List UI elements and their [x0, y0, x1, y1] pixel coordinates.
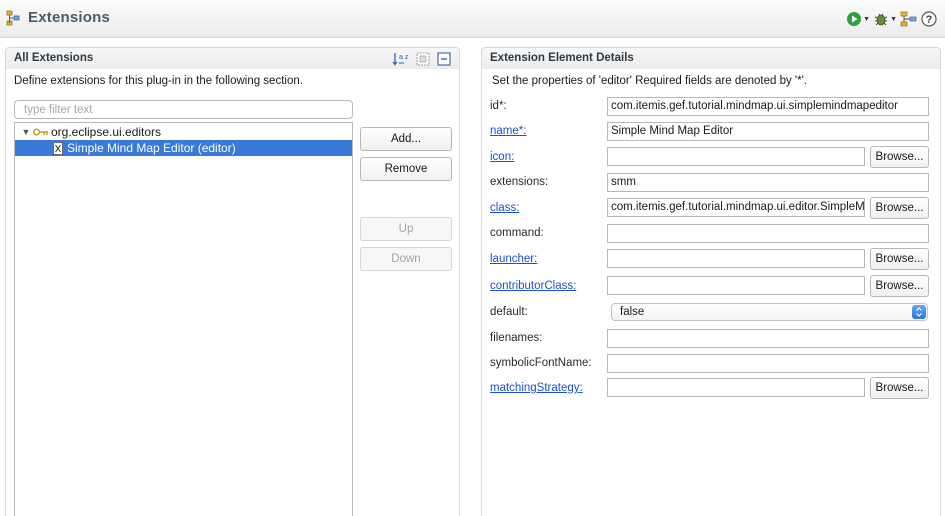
tree-item-label: Simple Mind Map Editor (editor) [67, 141, 236, 155]
extensions-tree[interactable]: ▼ org.eclipse.ui.editors Simple Mind Map… [14, 122, 353, 516]
id-field[interactable]: com.itemis.gef.tutorial.mindmap.ui.simpl… [607, 97, 929, 116]
launcher-browse-button[interactable]: Browse... [870, 248, 929, 270]
chevron-down-icon: ▼ [863, 15, 871, 23]
svg-text:?: ? [926, 14, 933, 26]
icon-field[interactable] [607, 147, 865, 166]
collapse-all-icon[interactable] [437, 52, 451, 66]
default-select-value: false [620, 306, 645, 318]
expand-triangle-icon[interactable]: ▼ [20, 127, 32, 137]
help-icon: ? [921, 11, 937, 27]
svg-text:a z: a z [399, 54, 409, 61]
icon-link[interactable]: icon: [490, 151, 514, 163]
default-label: default: [490, 306, 528, 318]
all-extensions-section-header: All Extensions a z [5, 47, 460, 69]
command-field[interactable] [607, 224, 929, 243]
default-select[interactable]: false [611, 303, 928, 321]
name-link[interactable]: name*: [490, 125, 526, 137]
tree-item-label: org.eclipse.ui.editors [51, 125, 162, 139]
hierarchy-icon [900, 11, 917, 27]
extension-point-icon [33, 128, 48, 136]
editor-header: Extensions ▼ ▼ ? [0, 0, 945, 38]
extensions-icon [6, 10, 20, 26]
editor-element-icon [53, 141, 63, 155]
tree-item-org-eclipse-ui-editors[interactable]: ▼ org.eclipse.ui.editors [15, 124, 352, 140]
remove-button[interactable]: Remove [360, 157, 452, 181]
filenames-field[interactable] [607, 329, 929, 348]
symbolic-font-name-field[interactable] [607, 354, 929, 373]
debug-button[interactable]: ▼ [873, 11, 897, 27]
run-button[interactable]: ▼ [846, 11, 870, 27]
contributor-class-field[interactable] [607, 276, 865, 295]
debug-icon [874, 13, 888, 26]
matching-strategy-link[interactable]: matchingStrategy: [490, 382, 583, 394]
section-title: All Extensions [14, 52, 94, 64]
run-icon [847, 12, 862, 26]
help-button[interactable]: ? [921, 11, 937, 27]
extensions-field[interactable]: smm [607, 173, 929, 192]
command-label: command: [490, 227, 544, 239]
section-description: Define extensions for this plug-in in th… [14, 75, 303, 87]
header-toolbar: ▼ ▼ ? [846, 10, 937, 28]
symbolic-font-name-label: symbolicFontName: [490, 357, 592, 369]
down-button[interactable]: Down [360, 247, 452, 271]
add-button[interactable]: Add... [360, 127, 452, 151]
matching-strategy-field[interactable] [607, 378, 865, 397]
up-button[interactable]: Up [360, 217, 452, 241]
page-title: Extensions [28, 9, 111, 26]
class-link[interactable]: class: [490, 202, 519, 214]
show-full-names-icon[interactable] [416, 52, 430, 66]
name-field[interactable]: Simple Mind Map Editor [607, 122, 929, 141]
filter-input[interactable] [14, 100, 353, 119]
contributor-class-link[interactable]: contributorClass: [490, 280, 576, 292]
extensions-label: extensions: [490, 176, 549, 188]
icon-browse-button[interactable]: Browse... [870, 146, 929, 168]
hierarchy-button[interactable] [900, 11, 918, 27]
class-field[interactable]: com.itemis.gef.tutorial.mindmap.ui.edito… [607, 198, 865, 217]
id-label: id*: [490, 100, 507, 112]
details-description: Set the properties of 'editor' Required … [492, 75, 807, 87]
filenames-label: filenames: [490, 332, 543, 344]
contributor-class-browse-button[interactable]: Browse... [870, 275, 929, 297]
tree-item-simple-mind-map-editor[interactable]: Simple Mind Map Editor (editor) [15, 140, 352, 156]
section-title: Extension Element Details [490, 52, 634, 64]
select-arrows-icon [912, 305, 926, 319]
launcher-link[interactable]: launcher: [490, 253, 537, 265]
matching-strategy-browse-button[interactable]: Browse... [870, 377, 929, 399]
launcher-field[interactable] [607, 249, 865, 268]
sort-icon[interactable]: a z [392, 51, 410, 67]
class-browse-button[interactable]: Browse... [870, 197, 929, 219]
element-details-section-header: Extension Element Details [481, 47, 941, 69]
chevron-down-icon: ▼ [890, 15, 897, 23]
